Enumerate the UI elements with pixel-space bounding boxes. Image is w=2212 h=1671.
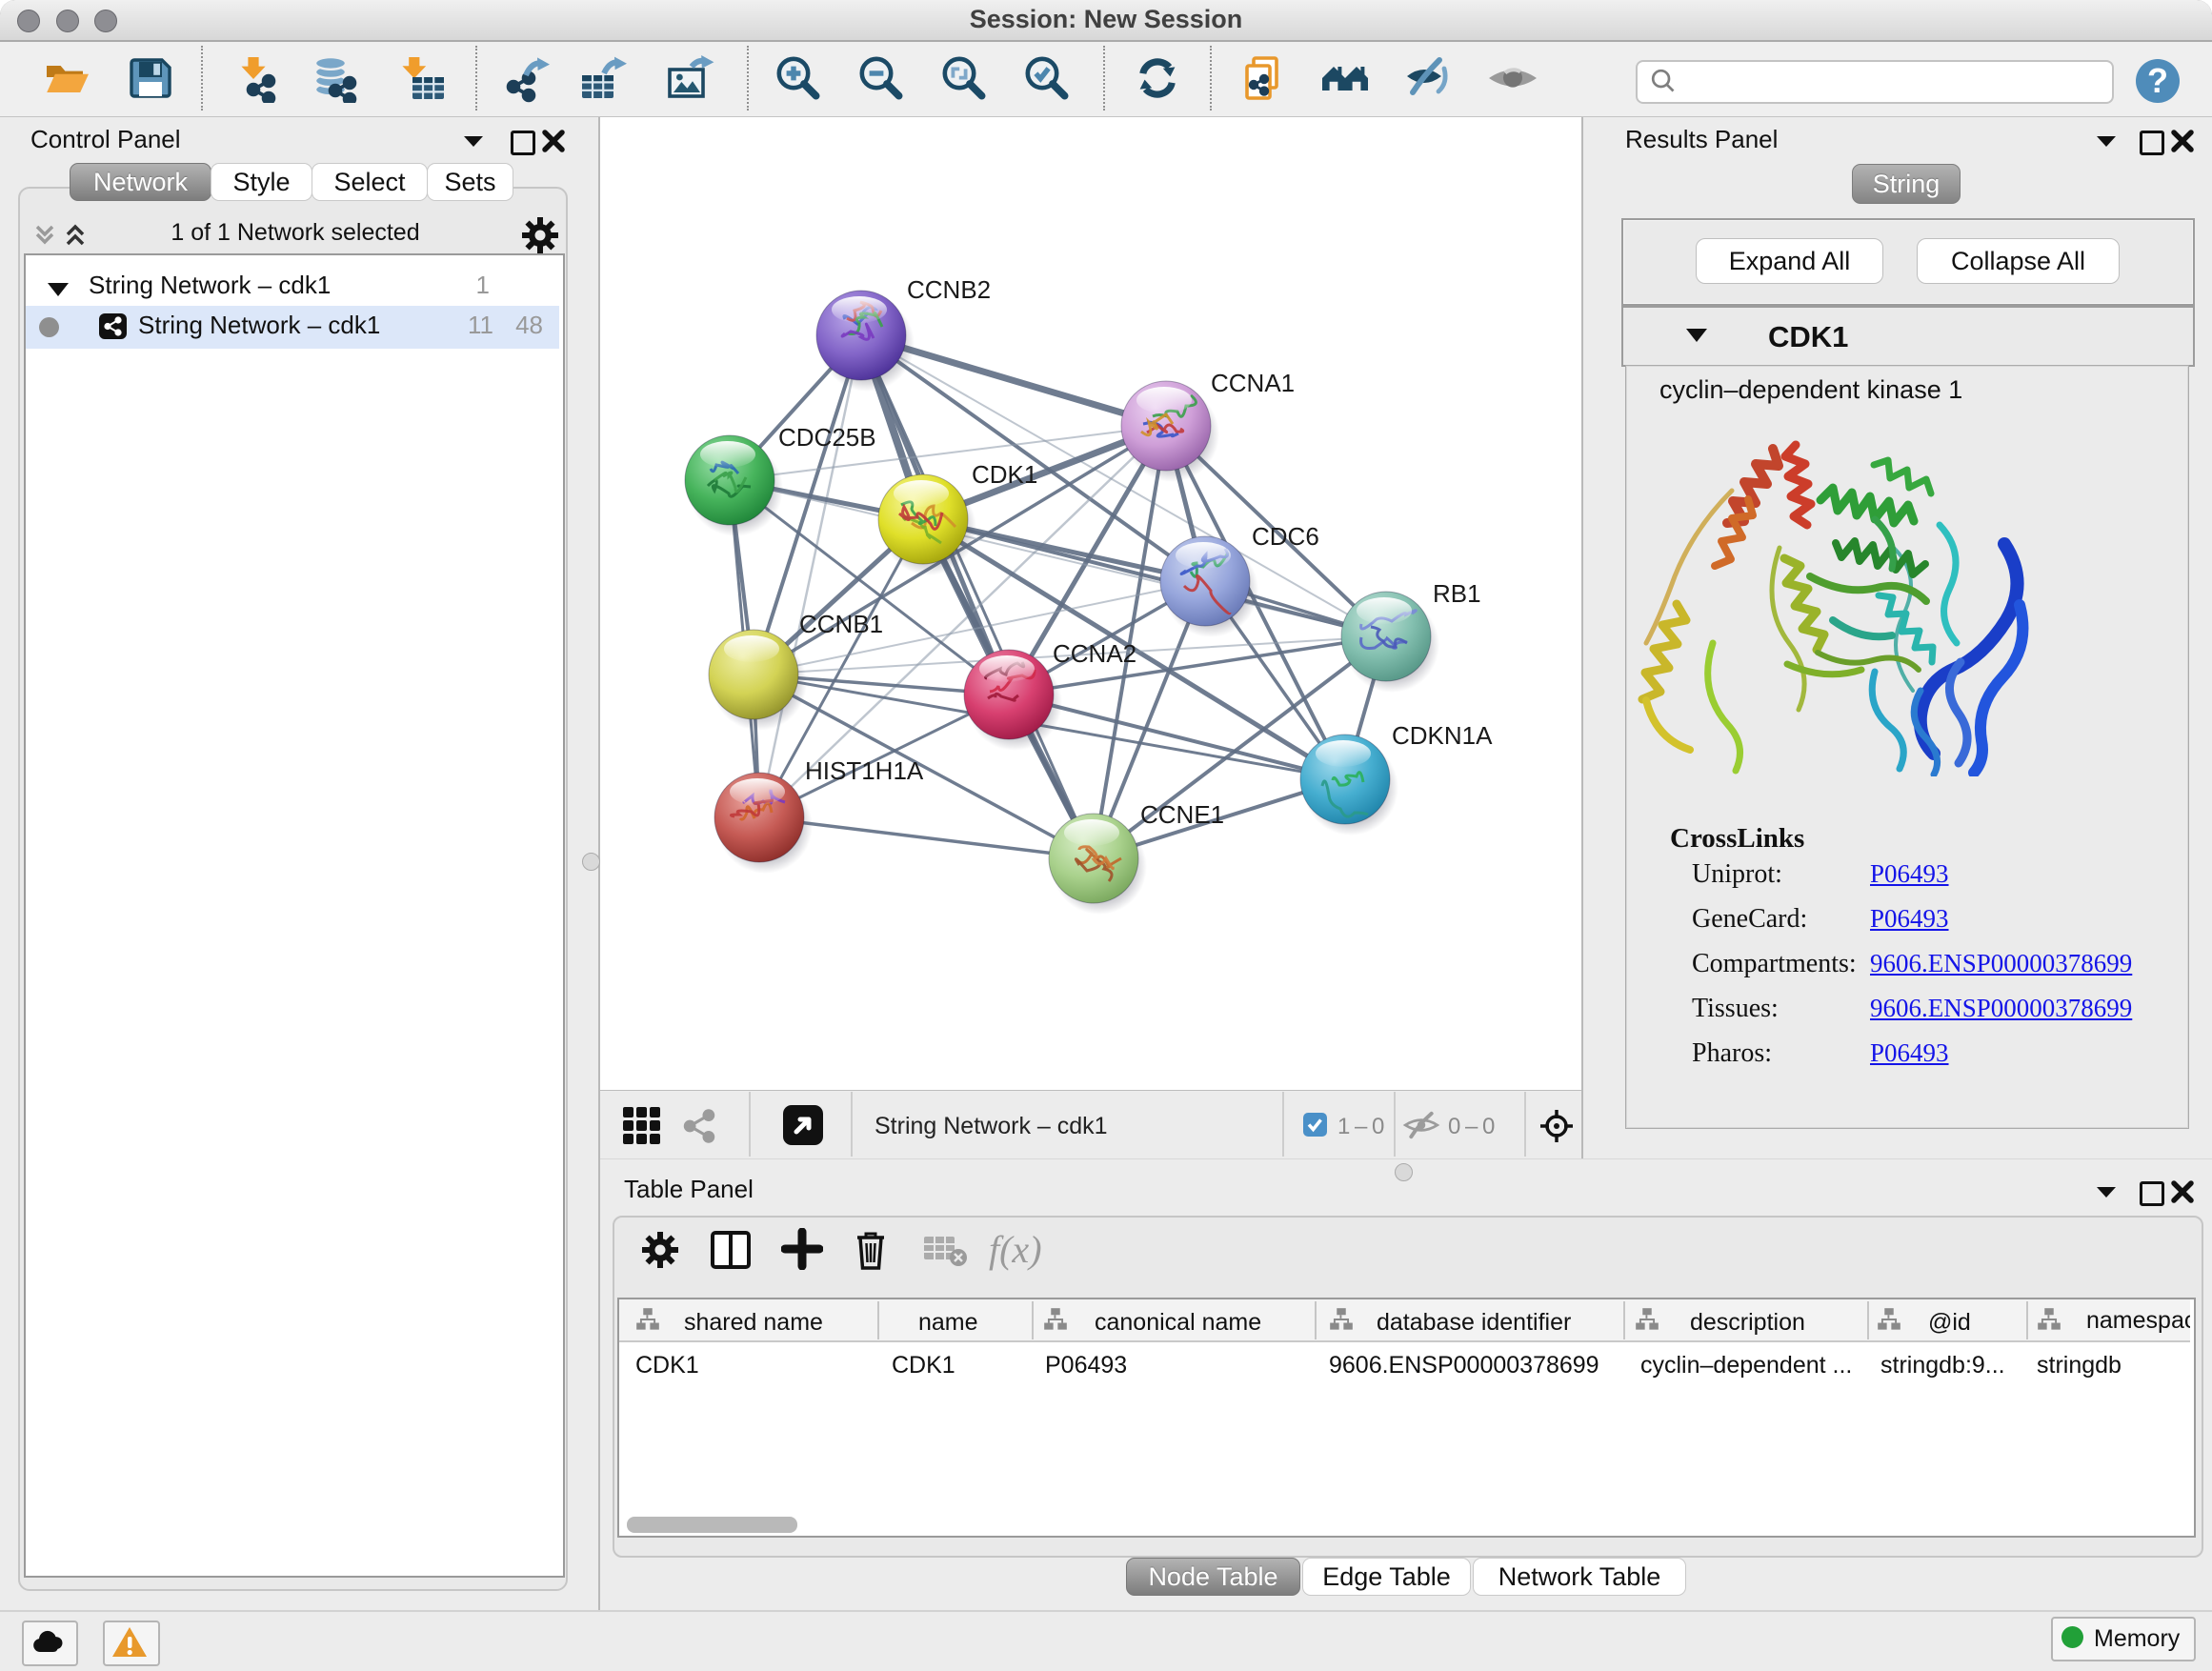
svg-text:CCNA2: CCNA2: [1053, 639, 1136, 668]
svg-text:RB1: RB1: [1433, 579, 1481, 608]
svg-text:HIST1H1A: HIST1H1A: [805, 756, 924, 785]
svg-text:CDC6: CDC6: [1252, 522, 1319, 551]
svg-text:CDKN1A: CDKN1A: [1392, 721, 1493, 750]
svg-text:CCNA1: CCNA1: [1211, 369, 1295, 397]
svg-text:CDC25B: CDC25B: [778, 423, 876, 452]
svg-text:CCNB1: CCNB1: [799, 610, 883, 638]
svg-text:CDK1: CDK1: [972, 460, 1037, 489]
svg-text:CCNE1: CCNE1: [1140, 800, 1224, 829]
svg-text:CCNB2: CCNB2: [907, 275, 991, 304]
